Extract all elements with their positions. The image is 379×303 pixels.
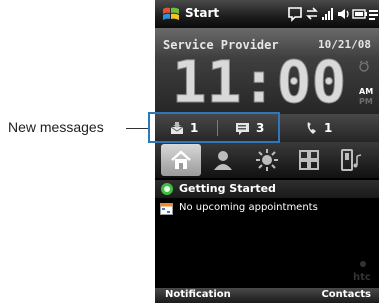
music-phone-icon (341, 149, 362, 171)
clock-time-text: 11:00 (172, 52, 347, 112)
appointments-label[interactable]: No upcoming appointments (179, 202, 318, 213)
htc-logo-icon: htc (353, 261, 371, 283)
volume-icon[interactable] (337, 4, 351, 24)
clock-time-display: 11:00 (171, 52, 347, 112)
getting-started-row[interactable]: Getting Started (155, 180, 379, 198)
tab-weather[interactable] (247, 144, 287, 176)
clock-panel[interactable]: Service Provider 10/21/08 11:00 AM PM (155, 28, 379, 114)
callout-line (126, 128, 149, 129)
tab-music[interactable] (333, 144, 373, 176)
am-indicator: AM (359, 87, 374, 96)
phone-screen: Start Service Provider 10/21/08 11:00 AM… (155, 0, 379, 303)
battery-icon[interactable] (352, 4, 368, 24)
status-icons (287, 4, 379, 24)
htc-logo-text: htc (353, 272, 371, 283)
sun-icon (256, 149, 278, 171)
menu-lines-icon[interactable] (369, 4, 379, 24)
signal-icon[interactable] (321, 4, 337, 24)
green-check-icon (161, 183, 173, 195)
calls-count: 1 (324, 121, 333, 135)
missed-call-icon (307, 122, 316, 134)
tab-strip (155, 142, 379, 178)
softkey-bar: Notification Contacts (155, 288, 379, 303)
home-content: Getting Started No upcoming appointments… (155, 178, 379, 288)
person-icon (214, 151, 232, 170)
speech-bubble-icon[interactable] (287, 4, 303, 24)
data-sync-icon[interactable] (305, 4, 319, 24)
new-messages-highlight (148, 112, 280, 143)
notification-softkey[interactable]: Notification (165, 289, 231, 300)
windows-flag-icon[interactable] (161, 4, 181, 24)
getting-started-label: Getting Started (179, 182, 276, 195)
tab-people[interactable] (203, 144, 243, 176)
tab-apps[interactable] (289, 144, 329, 176)
date-display: 10/21/08 (318, 38, 371, 51)
grid-icon (299, 150, 319, 170)
home-icon (171, 150, 191, 169)
callout-label: New messages (8, 119, 104, 135)
calendar-icon (160, 203, 173, 215)
calls-notification[interactable]: 1 (305, 114, 332, 142)
contacts-softkey[interactable]: Contacts (321, 289, 371, 300)
start-label[interactable]: Start (185, 6, 219, 20)
service-provider: Service Provider (163, 38, 279, 52)
tab-home[interactable] (161, 144, 201, 176)
alarm-icon (359, 60, 369, 72)
status-bar: Start (155, 0, 379, 28)
pm-indicator: PM (359, 97, 373, 106)
